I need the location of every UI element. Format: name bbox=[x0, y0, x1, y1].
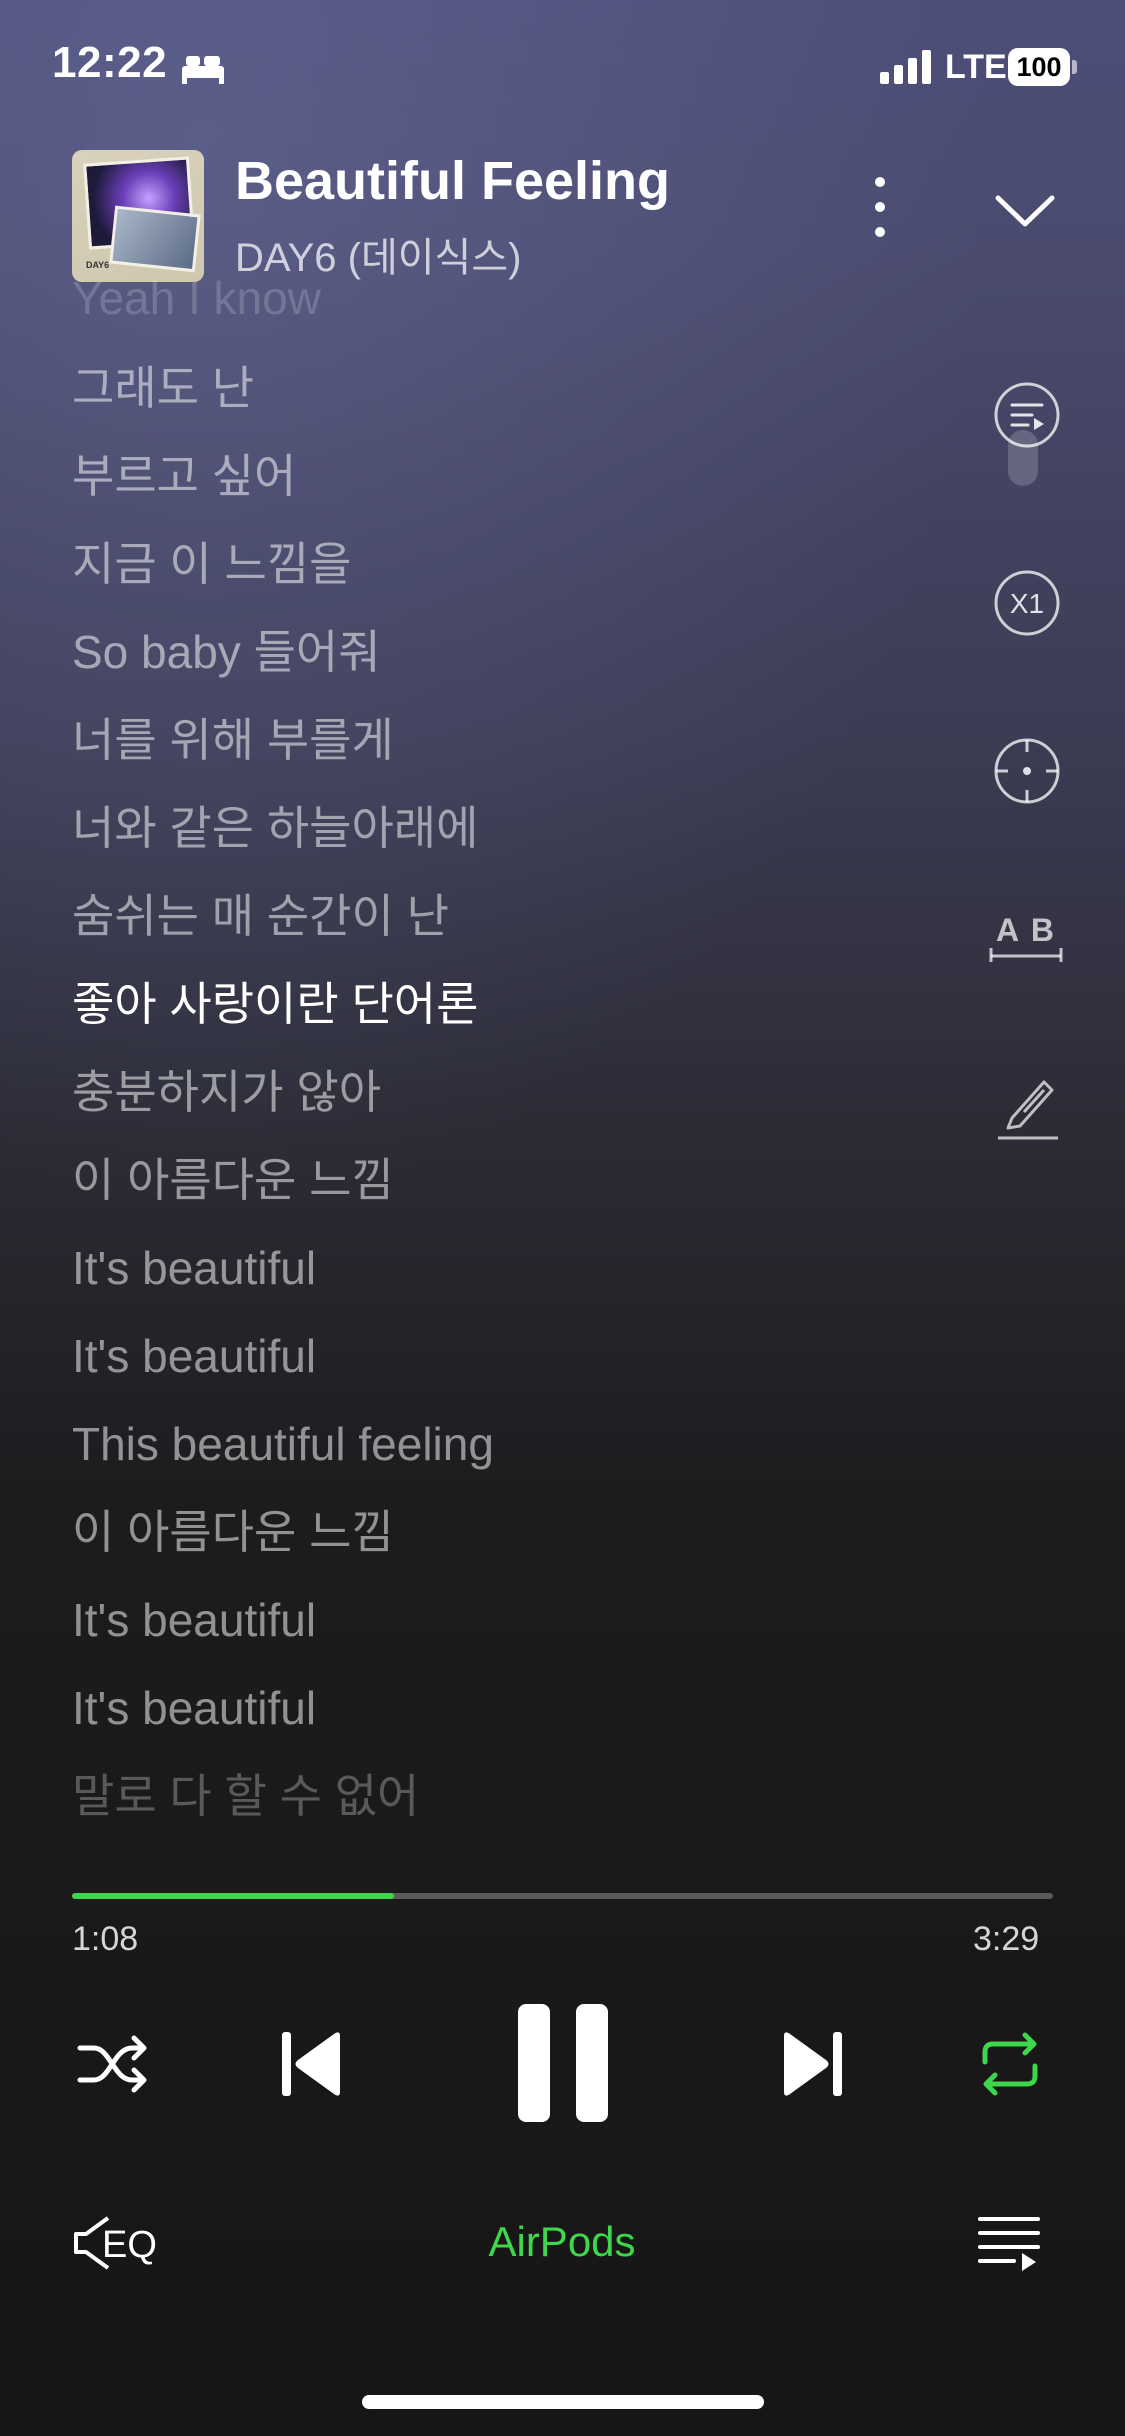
speed-label: X1 bbox=[1009, 588, 1045, 619]
lyric-line[interactable]: 지금 이 느낌을 bbox=[72, 536, 351, 592]
bed-icon bbox=[182, 56, 224, 84]
lyric-line[interactable]: 이 아름다운 느낌 bbox=[72, 1504, 394, 1560]
scroll-handle[interactable] bbox=[1008, 430, 1038, 486]
highlight-pen-icon[interactable] bbox=[994, 1068, 1062, 1144]
output-device-button[interactable]: AirPods bbox=[412, 2218, 712, 2266]
lyric-line[interactable]: Yeah I know bbox=[72, 270, 321, 326]
song-title: Beautiful Feeling bbox=[235, 151, 671, 211]
lyric-line[interactable]: It's beautiful bbox=[72, 1680, 316, 1736]
status-bar: 12:22 LTE 100 bbox=[0, 0, 1125, 130]
queue-icon[interactable] bbox=[978, 2215, 1040, 2273]
home-indicator[interactable] bbox=[362, 2395, 764, 2409]
repeat-icon[interactable] bbox=[975, 2030, 1045, 2098]
network-label: LTE bbox=[945, 48, 1007, 86]
player-screen: 12:22 LTE 100 DAY6 Beautiful Feeling DAY… bbox=[0, 0, 1125, 2436]
lyric-line[interactable]: So baby 들어줘 bbox=[72, 624, 381, 680]
more-options-icon[interactable] bbox=[862, 172, 898, 242]
lyric-line[interactable]: It's beautiful bbox=[72, 1592, 316, 1648]
speed-icon[interactable]: X1 bbox=[992, 568, 1062, 638]
battery-icon: 100 bbox=[1008, 48, 1077, 86]
total-time: 3:29 bbox=[973, 1920, 1040, 1958]
album-art-photo-secondary bbox=[109, 205, 201, 273]
lyric-line[interactable]: It's beautiful bbox=[72, 1328, 316, 1384]
album-art[interactable]: DAY6 bbox=[72, 150, 204, 282]
progress-fill bbox=[72, 1893, 394, 1899]
lyric-line[interactable]: 이 아름다운 느낌 bbox=[72, 1152, 394, 1208]
next-icon[interactable] bbox=[780, 2028, 844, 2100]
elapsed-time: 1:08 bbox=[72, 1920, 139, 1958]
signal-icon bbox=[880, 50, 931, 84]
lyric-line[interactable]: This beautiful feeling bbox=[72, 1416, 494, 1472]
lyric-line-current[interactable]: 좋아 사랑이란 단어론 bbox=[72, 976, 478, 1032]
battery-tip bbox=[1072, 60, 1077, 74]
lyric-line[interactable]: 부르고 싶어 bbox=[72, 448, 296, 504]
lyric-line[interactable]: 그래도 난 bbox=[72, 360, 254, 416]
translate-icon[interactable]: A B bbox=[988, 912, 1064, 964]
lyric-line[interactable]: 충분하지가 않아 bbox=[72, 1064, 381, 1120]
progress-bar[interactable] bbox=[72, 1893, 1053, 1899]
translate-underline bbox=[989, 948, 1063, 962]
pause-icon[interactable] bbox=[516, 2002, 610, 2124]
lyric-line[interactable]: It's beautiful bbox=[72, 1240, 316, 1296]
eq-button[interactable]: EQ bbox=[72, 2210, 172, 2280]
battery-level: 100 bbox=[1008, 48, 1070, 86]
eq-label: EQ bbox=[102, 2224, 157, 2266]
shuffle-icon[interactable] bbox=[76, 2032, 150, 2096]
locate-icon[interactable] bbox=[992, 736, 1062, 806]
previous-icon[interactable] bbox=[280, 2028, 344, 2100]
status-time: 12:22 bbox=[52, 38, 168, 87]
lyric-line[interactable]: 숨쉬는 매 순간이 난 bbox=[72, 888, 449, 944]
lyric-line[interactable]: 너와 같은 하늘아래에 bbox=[72, 800, 478, 856]
lyric-line[interactable]: 너를 위해 부를게 bbox=[72, 712, 394, 768]
lyric-line[interactable]: 말로 다 할 수 없어 bbox=[72, 1768, 419, 1824]
chevron-down-icon[interactable] bbox=[990, 180, 1060, 240]
